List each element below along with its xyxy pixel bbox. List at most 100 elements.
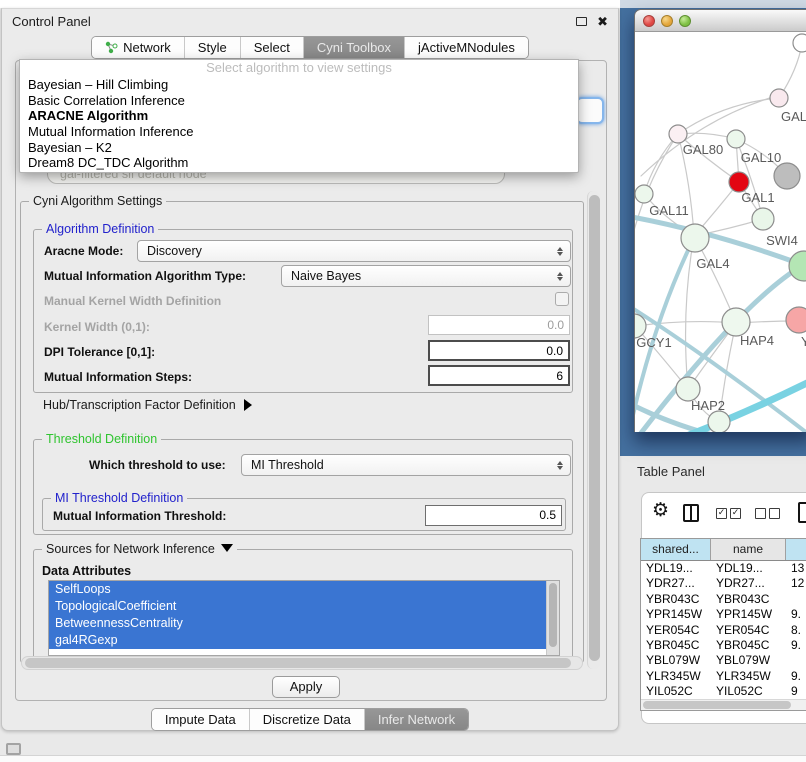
kernel-width-field[interactable]: 0.0: [428, 315, 570, 335]
network-node[interactable]: [681, 224, 709, 252]
table-row[interactable]: YBR043CYBR043C: [641, 592, 806, 607]
settings-vertical-scrollbar-thumb[interactable]: [589, 195, 600, 661]
network-node[interactable]: [729, 172, 749, 192]
attribute-item-topologicalcoefficient[interactable]: TopologicalCoefficient: [49, 598, 559, 615]
network-node[interactable]: [774, 163, 800, 189]
mi-steps-field[interactable]: 6: [428, 365, 570, 386]
node-label-gal10: GAL10: [741, 150, 781, 165]
zoom-traffic-light-button[interactable]: [679, 15, 691, 27]
attribute-item-betweennesscentrality[interactable]: BetweennessCentrality: [49, 615, 559, 632]
tab-style[interactable]: Style: [185, 37, 241, 58]
network-node[interactable]: [727, 130, 745, 148]
threshold-definition-group: Threshold Definition Which threshold to …: [33, 439, 573, 535]
table-cell: [786, 653, 806, 668]
algorithm-option-bayesian-hill-climbing[interactable]: Bayesian – Hill Climbing: [20, 77, 578, 93]
tab-impute-data[interactable]: Impute Data: [152, 709, 250, 730]
expand-right-triangle-icon: [244, 399, 252, 411]
collapse-down-triangle-icon: [221, 544, 233, 552]
algorithm-option-mutual-information-inference[interactable]: Mutual Information Inference: [20, 124, 578, 140]
settings-horizontal-scrollbar-thumb[interactable]: [25, 658, 571, 668]
collapsed-panel-icon[interactable]: [6, 743, 21, 755]
attribute-list-scrollbar[interactable]: [546, 581, 559, 655]
which-threshold-value: MI Threshold: [251, 458, 324, 472]
split-columns-icon[interactable]: [683, 504, 699, 522]
document-icon[interactable]: [798, 502, 806, 523]
table-row[interactable]: YER054CYER054C8.: [641, 623, 806, 638]
stepper-arrows-icon: [557, 266, 563, 286]
algorithm-option-aracne-algorithm[interactable]: ARACNE Algorithm: [20, 108, 578, 124]
hub-definition-label: Hub/Transcription Factor Definition: [43, 398, 236, 412]
network-edge[interactable]: [678, 98, 779, 134]
manual-kernel-width-checkbox[interactable]: [555, 292, 569, 306]
network-node[interactable]: [793, 34, 806, 52]
table-cell: YBR043C: [641, 592, 711, 607]
dpi-tolerance-field[interactable]: 0.0: [428, 340, 570, 361]
apply-button[interactable]: Apply: [272, 676, 340, 698]
checked-checkbox-icon[interactable]: ✓: [716, 508, 727, 519]
column-header-shared[interactable]: shared...: [641, 539, 711, 560]
tab-jactivemnodules[interactable]: jActiveMNodules: [405, 37, 528, 58]
network-node[interactable]: [722, 308, 750, 336]
network-window-titlebar[interactable]: [635, 10, 806, 32]
network-node[interactable]: [789, 251, 806, 281]
node-label-gal80: GAL80: [683, 142, 723, 157]
table-row[interactable]: YIL052CYIL052C9: [641, 684, 806, 699]
tab-network[interactable]: Network: [92, 37, 185, 58]
network-node[interactable]: [752, 208, 774, 230]
attribute-list-scrollbar-thumb[interactable]: [549, 583, 557, 647]
gear-icon[interactable]: ⚙: [652, 499, 669, 521]
algorithm-option-dream8-dc-tdc-algorithm[interactable]: Dream8 DC_TDC Algorithm: [20, 155, 578, 171]
table-row[interactable]: YBR045CYBR045C9.: [641, 638, 806, 653]
network-node[interactable]: [786, 307, 806, 333]
mi-threshold-field[interactable]: 0.5: [425, 505, 562, 526]
table-row[interactable]: YLR345WYLR345W9.: [641, 669, 806, 684]
network-graph[interactable]: GALGAL80GAL10GAL11GAL1SWI4GAL4GCY1HAP4YH…: [635, 32, 806, 432]
close-traffic-light-button[interactable]: [643, 15, 655, 27]
hub-definition-expander[interactable]: Hub/Transcription Factor Definition: [43, 398, 252, 412]
tab-select[interactable]: Select: [241, 37, 304, 58]
table-cell: YER054C: [641, 623, 711, 638]
tab-infer-network[interactable]: Infer Network: [365, 709, 468, 730]
dpi-tolerance-label: DPI Tolerance [0,1]:: [44, 345, 155, 359]
data-attributes-list[interactable]: SelfLoopsTopologicalCoefficientBetweenne…: [48, 580, 560, 656]
table-horizontal-scrollbar[interactable]: [641, 699, 806, 710]
table-row[interactable]: YDL19...YDL19...13: [641, 561, 806, 576]
network-node[interactable]: [708, 411, 730, 432]
tab-discretize-data[interactable]: Discretize Data: [250, 709, 365, 730]
sources-legend-label: Sources for Network Inference: [46, 542, 215, 556]
table-cell: YLR345W: [711, 669, 786, 684]
algorithm-combobox-focus-ring[interactable]: [576, 97, 604, 124]
network-node[interactable]: [669, 125, 687, 143]
tab-label: Style: [198, 40, 227, 55]
close-icon[interactable]: ✖: [597, 15, 608, 28]
table-row[interactable]: YBL079WYBL079W: [641, 653, 806, 668]
minimize-traffic-light-button[interactable]: [661, 15, 673, 27]
tab-cyni-toolbox[interactable]: Cyni Toolbox: [304, 37, 405, 58]
algorithm-option-basic-correlation-inference[interactable]: Basic Correlation Inference: [20, 93, 578, 109]
column-header-name[interactable]: name: [711, 539, 786, 560]
table-row[interactable]: YDR27...YDR27...12: [641, 576, 806, 591]
algorithm-option-bayesian-k2[interactable]: Bayesian – K2: [20, 140, 578, 156]
network-canvas[interactable]: GALGAL80GAL10GAL11GAL1SWI4GAL4GCY1HAP4YH…: [635, 32, 806, 432]
table-row[interactable]: YPR145WYPR145W9.: [641, 607, 806, 622]
network-edge[interactable]: [644, 134, 678, 194]
column-header-2[interactable]: [786, 539, 806, 560]
mi-threshold-definition-group: MI Threshold Definition Mutual Informati…: [42, 498, 566, 531]
checked-checkbox-icon[interactable]: ✓: [730, 508, 741, 519]
network-node[interactable]: [770, 89, 788, 107]
attribute-item-selfloops[interactable]: SelfLoops: [49, 581, 559, 598]
attribute-item-gal4rgexp[interactable]: gal4RGexp: [49, 632, 559, 649]
settings-vertical-scrollbar[interactable]: [587, 191, 600, 669]
unchecked-checkbox-icon[interactable]: [769, 508, 780, 519]
table-horizontal-scrollbar-thumb[interactable]: [643, 701, 791, 709]
aracne-mode-combobox[interactable]: Discovery: [137, 240, 571, 262]
unchecked-checkbox-icon[interactable]: [755, 508, 766, 519]
float-window-icon[interactable]: [576, 17, 587, 26]
tab-label: Select: [254, 40, 290, 55]
mi-algorithm-type-combobox[interactable]: Naive Bayes: [281, 265, 571, 287]
sources-legend[interactable]: Sources for Network Inference: [42, 542, 237, 556]
bottom-tabs: Impute DataDiscretize DataInfer Network: [2, 708, 618, 731]
which-threshold-combobox[interactable]: MI Threshold: [241, 454, 571, 476]
network-node[interactable]: [635, 185, 653, 203]
settings-horizontal-scrollbar[interactable]: [21, 656, 583, 670]
